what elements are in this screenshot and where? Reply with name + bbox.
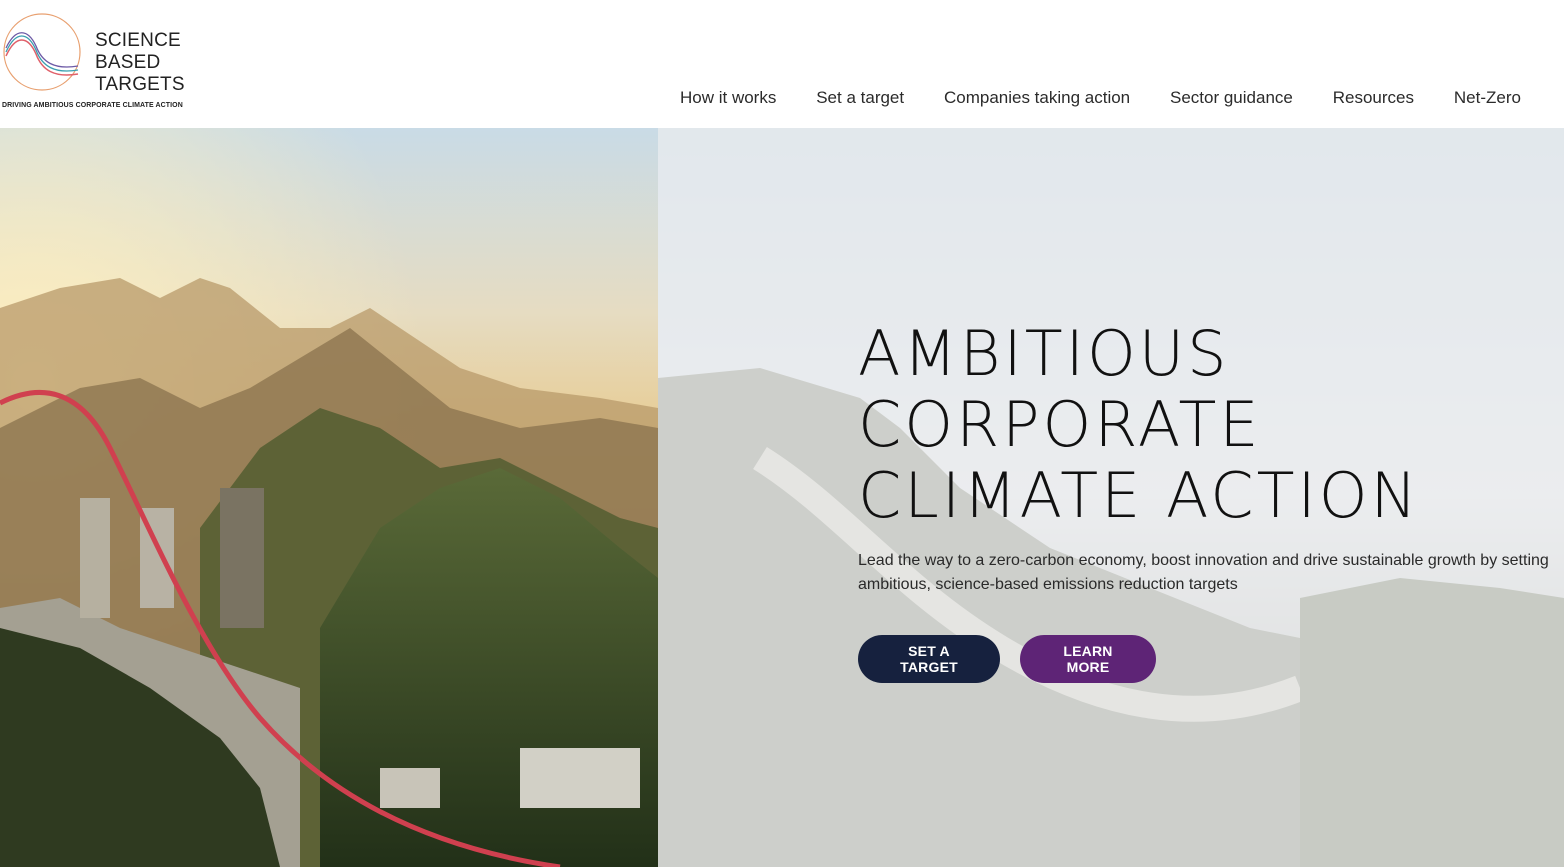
hero-title-line2: CORPORATE <box>858 388 1262 461</box>
nav-item-net-zero[interactable]: Net-Zero <box>1454 86 1521 110</box>
brand-line3: TARGETS <box>95 74 185 95</box>
hero-title: AMBITIOUS CORPORATE CLIMATE ACTION <box>858 318 1564 531</box>
hero-title-line3: CLIMATE ACTION <box>858 459 1420 532</box>
hero-title-line1: AMBITIOUS <box>858 317 1230 390</box>
brand-logo[interactable]: SCIENCE BASED TARGETS DRIVING AMBITIOUS … <box>0 10 200 115</box>
site-header: SCIENCE BASED TARGETS DRIVING AMBITIOUS … <box>0 0 1564 128</box>
nav-item-companies-taking-action[interactable]: Companies taking action <box>944 86 1130 110</box>
set-a-target-button[interactable]: SET A TARGET <box>858 635 1000 683</box>
brand-line1: SCIENCE <box>95 30 181 51</box>
learn-more-button[interactable]: LEARN MORE <box>1020 635 1156 683</box>
brand-tagline: DRIVING AMBITIOUS CORPORATE CLIMATE ACTI… <box>2 100 183 109</box>
hero-subtitle: Lead the way to a zero-carbon economy, b… <box>858 552 1549 593</box>
hero-button-group: SET A TARGET LEARN MORE <box>858 635 1564 683</box>
hero-section: AMBITIOUS CORPORATE CLIMATE ACTION Lead … <box>0 128 1564 867</box>
nav-item-resources[interactable]: Resources <box>1333 86 1414 110</box>
nav-item-sector-guidance[interactable]: Sector guidance <box>1170 86 1293 110</box>
brand-line2: BASED <box>95 52 161 73</box>
brand-wordmark: SCIENCE BASED TARGETS <box>95 30 185 96</box>
sbt-curves-logo-icon <box>3 13 81 91</box>
hero-content: AMBITIOUS CORPORATE CLIMATE ACTION Lead … <box>858 318 1564 683</box>
main-nav: How it works Set a target Companies taki… <box>680 86 1521 110</box>
nav-item-how-it-works[interactable]: How it works <box>680 86 776 110</box>
nav-item-set-a-target[interactable]: Set a target <box>816 86 904 110</box>
